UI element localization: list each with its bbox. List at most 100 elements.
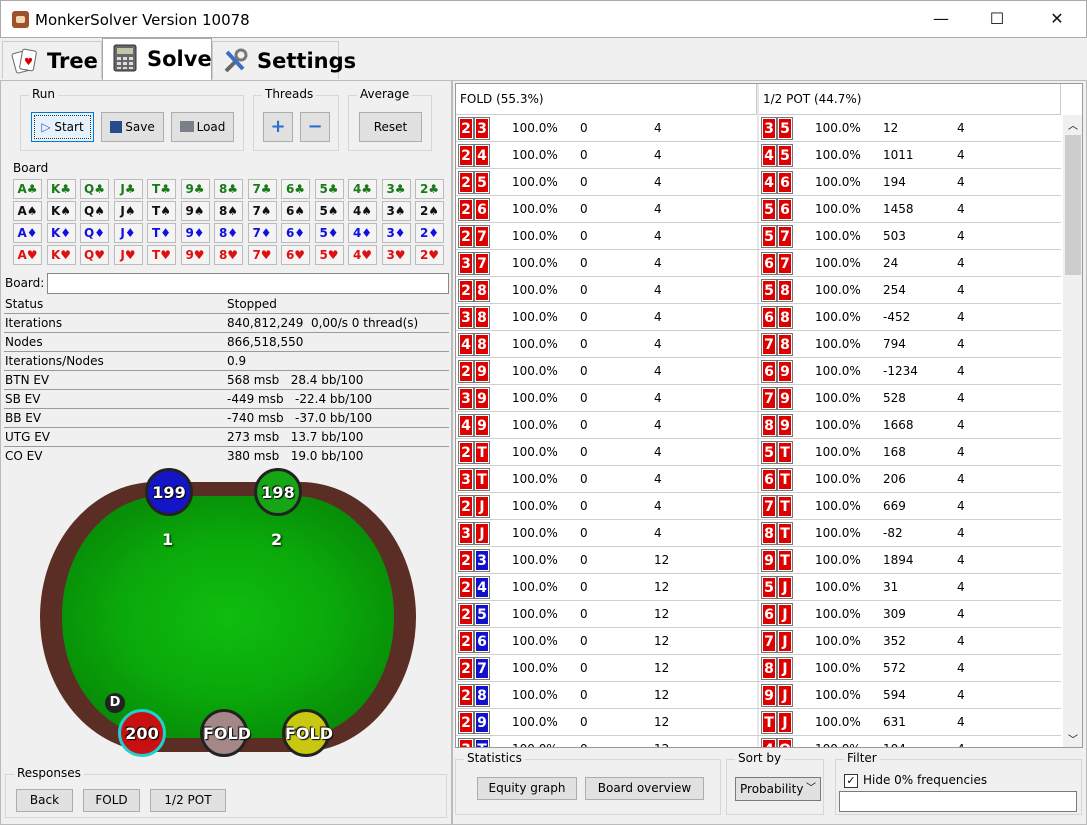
scroll-up-arrow[interactable]: ︿ — [1068, 117, 1078, 132]
fold-column-header[interactable]: FOLD (55.3%) — [456, 84, 757, 115]
table-row[interactable]: 3 9 100.0% 0 4 7 9 100.0% 528 4 — [456, 385, 1061, 412]
table-row[interactable]: 3 J 100.0% 0 4 8 T 100.0% -82 4 — [456, 520, 1061, 547]
table-row[interactable]: 2 4 100.0% 0 12 5 J 100.0% 31 4 — [456, 574, 1061, 601]
board-card-2-diamonds[interactable]: 2♦ — [415, 223, 444, 243]
threads-plus-button[interactable]: + — [263, 112, 293, 142]
table-row[interactable]: 2 T 100.0% 0 4 5 T 100.0% 168 4 — [456, 439, 1061, 466]
threads-minus-button[interactable]: − — [300, 112, 330, 142]
table-row[interactable]: 2 J 100.0% 0 4 7 T 100.0% 669 4 — [456, 493, 1061, 520]
table-row[interactable]: 2 3 100.0% 0 12 9 T 100.0% 1894 4 — [456, 547, 1061, 574]
board-card-K-diamonds[interactable]: K♦ — [46, 223, 76, 243]
board-card-4-clubs[interactable]: 4♣ — [348, 179, 377, 199]
board-card-K-clubs[interactable]: K♣ — [46, 179, 76, 199]
table-row[interactable]: 2 9 100.0% 0 4 6 9 100.0% -1234 4 — [456, 358, 1061, 385]
table-row[interactable]: 3 7 100.0% 0 4 6 7 100.0% 24 4 — [456, 250, 1061, 277]
board-card-J-clubs[interactable]: J♣ — [113, 179, 143, 199]
hide-zero-checkbox[interactable]: ✓ — [844, 774, 858, 788]
half-pot-response-button[interactable]: 1/2 POT — [150, 789, 226, 812]
table-row[interactable]: 2 8 100.0% 0 4 5 8 100.0% 254 4 — [456, 277, 1061, 304]
board-card-2-hearts[interactable]: 2♥ — [415, 245, 444, 265]
table-row[interactable]: 2 3 100.0% 0 4 3 5 100.0% 12 4 — [456, 115, 1061, 142]
board-card-Q-clubs[interactable]: Q♣ — [80, 179, 109, 199]
table-row[interactable]: 2 5 100.0% 0 4 4 6 100.0% 194 4 — [456, 169, 1061, 196]
board-card-T-hearts[interactable]: T♥ — [147, 245, 176, 265]
board-card-A-spades[interactable]: A♠ — [13, 201, 42, 221]
table-row[interactable]: 2 7 100.0% 0 12 8 J 100.0% 572 4 — [456, 655, 1061, 682]
board-card-7-spades[interactable]: 7♠ — [247, 201, 277, 221]
scroll-down-arrow[interactable]: ﹀ — [1068, 731, 1078, 746]
board-card-J-spades[interactable]: J♠ — [113, 201, 143, 221]
board-card-J-diamonds[interactable]: J♦ — [113, 223, 143, 243]
table-row[interactable]: 2 4 100.0% 0 4 4 5 100.0% 1011 4 — [456, 142, 1061, 169]
equity-graph-button[interactable]: Equity graph — [477, 777, 577, 800]
tab-tree[interactable]: ♥ Tree — [2, 41, 102, 79]
board-card-5-hearts[interactable]: 5♥ — [314, 245, 344, 265]
board-card-3-spades[interactable]: 3♠ — [381, 201, 411, 221]
board-overview-button[interactable]: Board overview — [585, 777, 704, 800]
back-button[interactable]: Back — [16, 789, 73, 812]
seat-bb[interactable]: FOLD — [282, 709, 333, 757]
fold-response-button[interactable]: FOLD — [83, 789, 140, 812]
reset-button[interactable]: Reset — [359, 112, 422, 142]
table-row[interactable]: 3 T 100.0% 0 4 6 T 100.0% 206 4 — [456, 466, 1061, 493]
board-card-2-clubs[interactable]: 2♣ — [415, 179, 444, 199]
table-row[interactable]: 2 9 100.0% 0 12 T J 100.0% 631 4 — [456, 709, 1061, 736]
board-card-7-diamonds[interactable]: 7♦ — [247, 223, 277, 243]
board-card-A-diamonds[interactable]: A♦ — [13, 223, 42, 243]
board-card-4-spades[interactable]: 4♠ — [348, 201, 377, 221]
tab-settings[interactable]: Settings — [212, 41, 356, 79]
table-row[interactable]: 3 8 100.0% 0 4 6 8 100.0% -452 4 — [456, 304, 1061, 331]
board-card-A-hearts[interactable]: A♥ — [13, 245, 42, 265]
board-card-3-clubs[interactable]: 3♣ — [381, 179, 411, 199]
table-row[interactable]: 2 6 100.0% 0 12 7 J 100.0% 352 4 — [456, 628, 1061, 655]
load-button[interactable]: Load — [171, 112, 234, 142]
board-card-6-spades[interactable]: 6♠ — [281, 201, 310, 221]
board-card-3-hearts[interactable]: 3♥ — [381, 245, 411, 265]
board-card-5-clubs[interactable]: 5♣ — [314, 179, 344, 199]
board-card-A-clubs[interactable]: A♣ — [13, 179, 42, 199]
board-card-9-spades[interactable]: 9♠ — [180, 201, 210, 221]
board-input[interactable] — [47, 273, 449, 294]
board-card-Q-spades[interactable]: Q♠ — [80, 201, 109, 221]
board-card-9-hearts[interactable]: 9♥ — [180, 245, 210, 265]
sort-by-select[interactable]: Probability ﹀ — [735, 777, 821, 801]
seat-sb[interactable]: FOLD — [200, 709, 251, 757]
board-card-4-hearts[interactable]: 4♥ — [348, 245, 377, 265]
board-card-T-clubs[interactable]: T♣ — [147, 179, 176, 199]
table-row[interactable]: 2 5 100.0% 0 12 6 J 100.0% 309 4 — [456, 601, 1061, 628]
board-card-4-diamonds[interactable]: 4♦ — [348, 223, 377, 243]
board-card-9-diamonds[interactable]: 9♦ — [180, 223, 210, 243]
board-card-J-hearts[interactable]: J♥ — [113, 245, 143, 265]
board-card-6-clubs[interactable]: 6♣ — [281, 179, 310, 199]
tab-solve[interactable]: Solve — [102, 38, 212, 80]
start-button[interactable]: ▷ Start — [31, 112, 94, 142]
maximize-button[interactable]: ☐ — [974, 3, 1020, 35]
pot-column-header[interactable]: 1/2 POT (44.7%) — [759, 84, 1061, 115]
board-card-7-clubs[interactable]: 7♣ — [247, 179, 277, 199]
seat-utg[interactable]: 199 — [145, 468, 193, 516]
board-card-6-hearts[interactable]: 6♥ — [281, 245, 310, 265]
board-card-8-spades[interactable]: 8♠ — [214, 201, 243, 221]
close-button[interactable]: ✕ — [1034, 3, 1080, 35]
board-card-6-diamonds[interactable]: 6♦ — [281, 223, 310, 243]
board-card-5-spades[interactable]: 5♠ — [314, 201, 344, 221]
board-card-8-diamonds[interactable]: 8♦ — [214, 223, 243, 243]
filter-input[interactable] — [839, 791, 1077, 812]
strategy-scrollbar[interactable]: ︿ ﹀ — [1063, 115, 1082, 747]
board-card-2-spades[interactable]: 2♠ — [415, 201, 444, 221]
board-card-8-hearts[interactable]: 8♥ — [214, 245, 243, 265]
table-row[interactable]: 2 6 100.0% 0 4 5 6 100.0% 1458 4 — [456, 196, 1061, 223]
scroll-thumb[interactable] — [1065, 135, 1081, 275]
table-row[interactable]: 3T100.0%0124Q100.0%1044 — [456, 736, 1061, 747]
board-card-8-clubs[interactable]: 8♣ — [214, 179, 243, 199]
seat-btn[interactable]: 200 — [118, 709, 166, 757]
table-row[interactable]: 4 8 100.0% 0 4 7 8 100.0% 794 4 — [456, 331, 1061, 358]
board-card-7-hearts[interactable]: 7♥ — [247, 245, 277, 265]
minimize-button[interactable]: — — [918, 3, 964, 35]
seat-co[interactable]: 198 — [254, 468, 302, 516]
table-row[interactable]: 2 8 100.0% 0 12 9 J 100.0% 594 4 — [456, 682, 1061, 709]
board-card-9-clubs[interactable]: 9♣ — [180, 179, 210, 199]
board-card-Q-hearts[interactable]: Q♥ — [80, 245, 109, 265]
save-button[interactable]: Save — [101, 112, 164, 142]
board-card-5-diamonds[interactable]: 5♦ — [314, 223, 344, 243]
